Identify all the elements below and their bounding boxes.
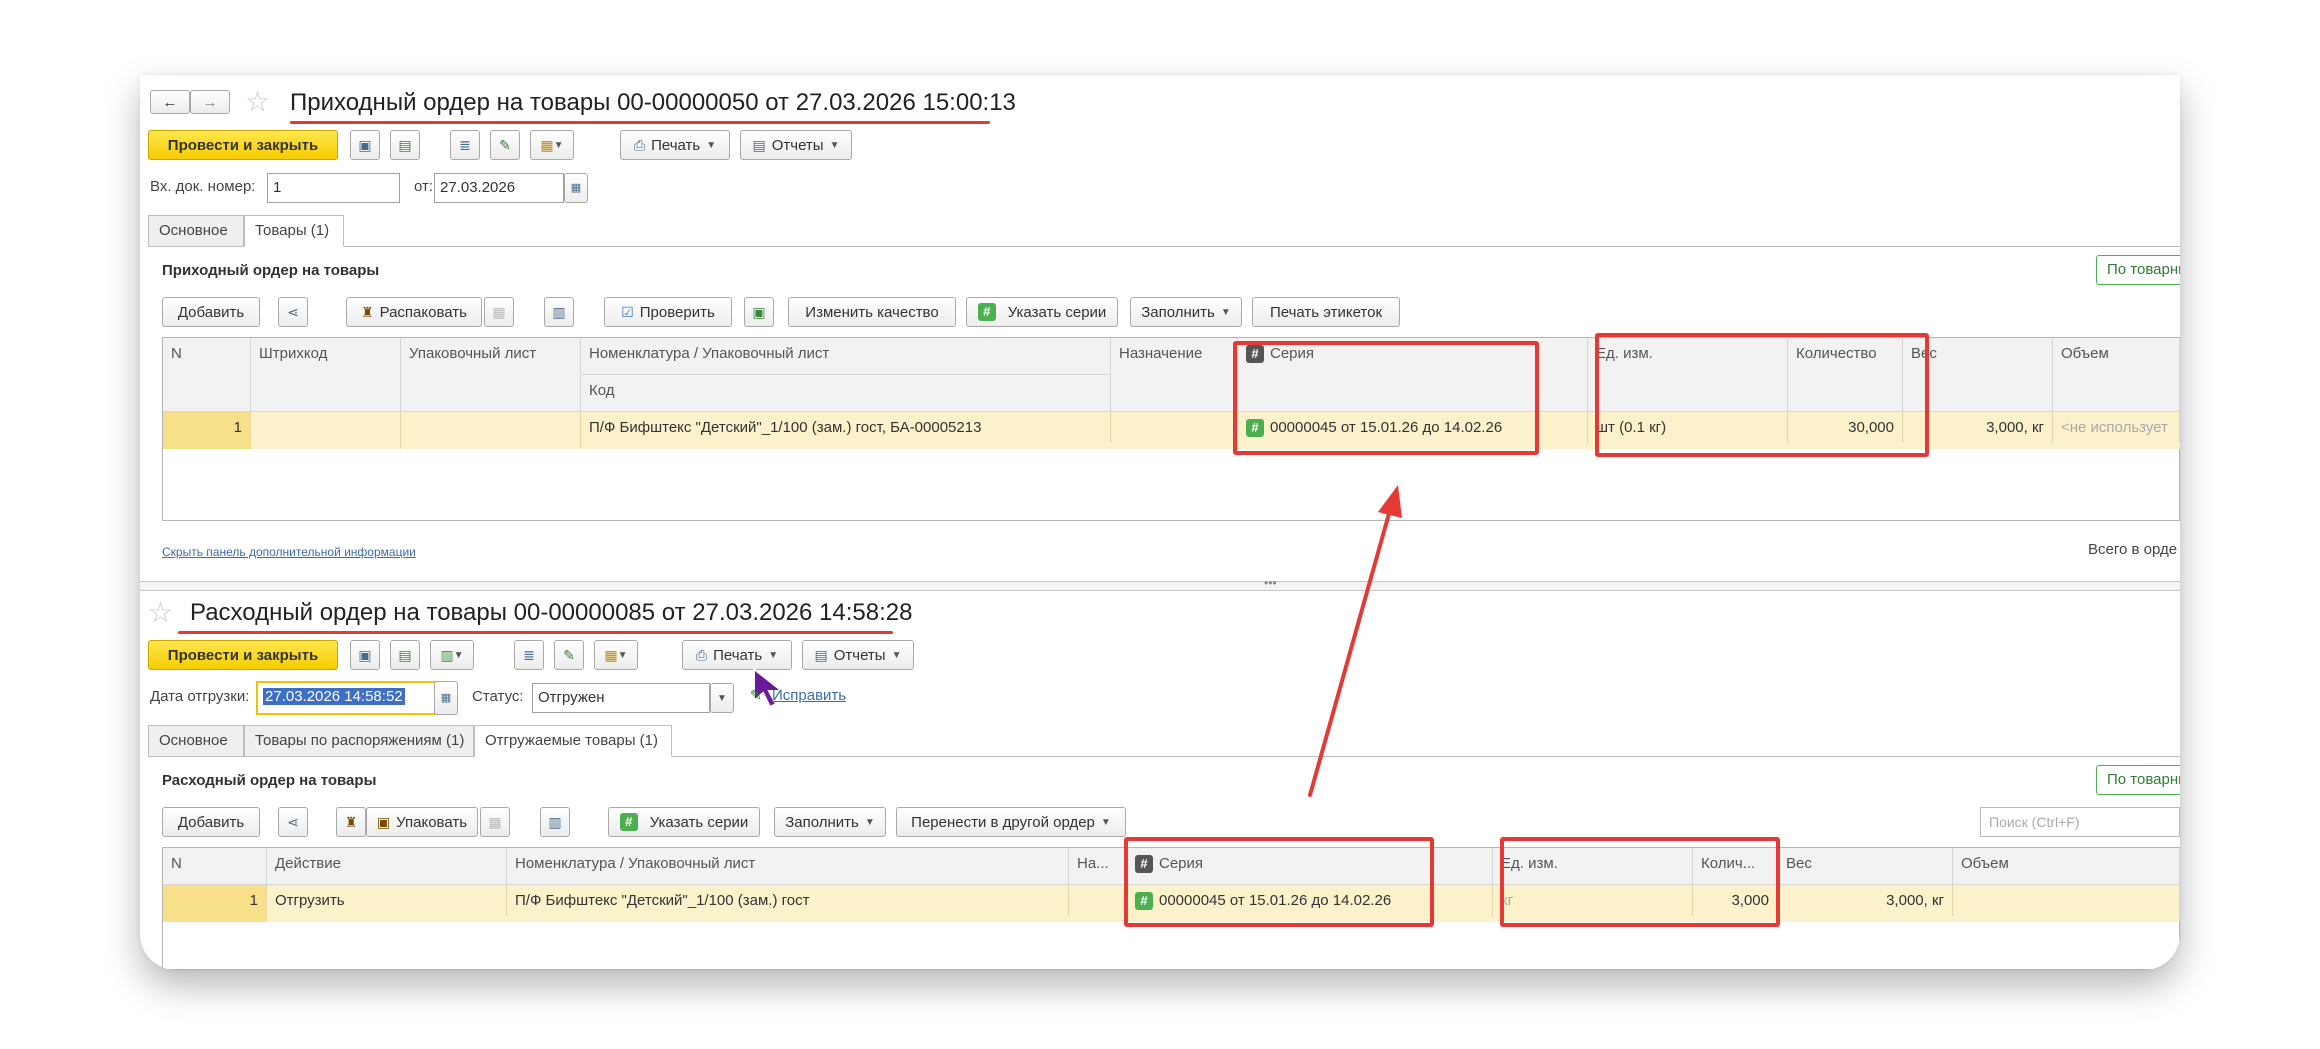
annotation-arrow bbox=[1308, 485, 1402, 797]
